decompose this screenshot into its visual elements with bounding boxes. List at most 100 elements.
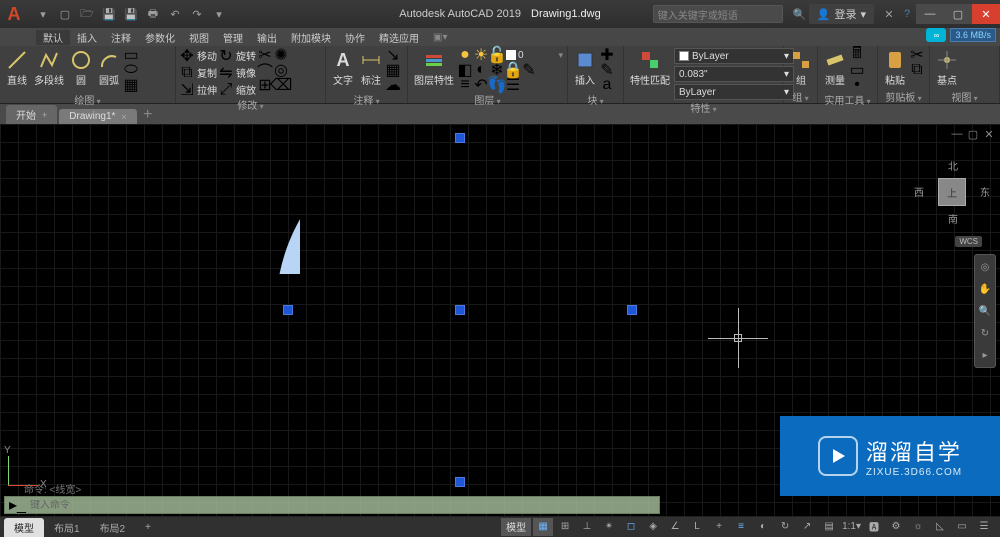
tab-start[interactable]: 开始+	[6, 105, 57, 124]
tab-output[interactable]: 输出	[250, 30, 284, 45]
menu-dropdown-icon[interactable]: ▾	[34, 5, 52, 23]
status-transp-icon[interactable]: ◐	[753, 518, 773, 536]
mirror-icon[interactable]: ⇋	[219, 66, 233, 80]
add-layout-button[interactable]: +	[135, 520, 161, 535]
panel-layer-label[interactable]: 图层	[412, 92, 563, 106]
grip-top[interactable]	[455, 133, 465, 143]
tab-parametric[interactable]: 参数化	[138, 30, 182, 45]
color-dropdown[interactable]: ByLayer▾	[674, 48, 794, 64]
search-icon[interactable]: 🔍	[791, 5, 809, 23]
status-annoscale-icon[interactable]: 🅰	[864, 518, 884, 536]
exchange-icon[interactable]: ✕	[880, 5, 898, 23]
close-icon[interactable]: ×	[121, 112, 126, 122]
undo-icon[interactable]: ↶	[166, 5, 184, 23]
doc-close-icon[interactable]: ✕	[982, 128, 996, 141]
layer-state-icon[interactable]: ☰	[506, 78, 520, 92]
layer-freeze-icon[interactable]: ☀	[474, 48, 488, 62]
saveas-icon[interactable]: 💾	[122, 5, 140, 23]
window-minimize-button[interactable]: —	[916, 4, 944, 24]
tab-layout1[interactable]: 布局1	[44, 518, 90, 537]
login-button[interactable]: 👤 登录 ▾	[809, 4, 874, 24]
tab-express[interactable]: 精选应用	[372, 30, 426, 45]
arc-button[interactable]: 圆弧	[96, 48, 122, 88]
status-hardware-icon[interactable]: ☼	[908, 518, 928, 536]
viewcube-top-face[interactable]: 上	[938, 178, 966, 206]
copy-clip-icon[interactable]: ⧉	[910, 63, 924, 77]
tab-collab[interactable]: 协作	[338, 30, 372, 45]
basepoint-button[interactable]: 基点	[934, 48, 960, 88]
copy-icon[interactable]: ⧉	[180, 66, 194, 80]
grip-left[interactable]	[283, 305, 293, 315]
rectangle-icon[interactable]: ▭	[124, 48, 138, 62]
hatch-icon[interactable]: ▦	[124, 78, 138, 92]
status-polar-icon[interactable]: ✴	[599, 518, 619, 536]
nav-orbit-icon[interactable]: ↻	[977, 325, 993, 341]
doc-minimize-icon[interactable]: —	[950, 128, 964, 141]
viewcube-south[interactable]: 南	[948, 211, 958, 226]
tab-annotate[interactable]: 注释	[104, 30, 138, 45]
tab-layout2[interactable]: 布局2	[90, 518, 136, 537]
tab-manage[interactable]: 管理	[216, 30, 250, 45]
panel-prop-label[interactable]: 特性	[628, 100, 779, 114]
plot-icon[interactable]: 🖶	[144, 5, 162, 23]
infocenter-search[interactable]: 键入关键字或短语	[653, 5, 783, 23]
layer-properties-button[interactable]: 图层特性	[412, 48, 456, 88]
chevron-down-icon[interactable]: ▾	[558, 50, 563, 61]
status-isodraft-icon[interactable]: ◺	[930, 518, 950, 536]
move-icon[interactable]: ✥	[180, 49, 194, 63]
viewcube-north[interactable]: 北	[948, 158, 958, 173]
panel-draw-label[interactable]: 绘图	[4, 92, 171, 106]
tab-drawing1[interactable]: Drawing1*×	[59, 109, 136, 124]
panel-group-label[interactable]: 组	[788, 89, 813, 103]
command-input-row[interactable]: ▸_	[4, 496, 660, 514]
status-3dosnap-icon[interactable]: ◈	[643, 518, 663, 536]
select-icon[interactable]: ▭	[850, 63, 864, 77]
panel-view-label[interactable]: 视图	[934, 89, 995, 103]
status-workspace-icon[interactable]: ⚙	[886, 518, 906, 536]
status-annomon-icon[interactable]: ↗	[797, 518, 817, 536]
tab-addins[interactable]: 附加模块	[284, 30, 338, 45]
line-button[interactable]: 直线	[4, 48, 30, 88]
nav-zoom-icon[interactable]: 🔍	[977, 303, 993, 319]
lineweight-dropdown[interactable]: 0.083"▾	[674, 66, 794, 82]
status-dynin-icon[interactable]: +	[709, 518, 729, 536]
status-qprop-icon[interactable]: ▤	[819, 518, 839, 536]
tab-view[interactable]: 视图	[182, 30, 216, 45]
status-clean-icon[interactable]: ▭	[952, 518, 972, 536]
panel-modify-label[interactable]: 修改	[180, 97, 321, 111]
drawing-canvas[interactable]: — ▢ ✕ 上 北 南 东 西 WCS ◎ ✋ 🔍 ↻ ▸ Y X 命令: <线…	[0, 124, 1000, 516]
status-custom-icon[interactable]: ☰	[974, 518, 994, 536]
app-logo[interactable]: A	[0, 0, 28, 28]
status-scale-icon[interactable]: 1:1▾	[841, 518, 862, 536]
cut-icon[interactable]: ✂	[910, 48, 924, 62]
erase-icon[interactable]: ⌫	[274, 78, 288, 92]
wcs-badge[interactable]: WCS	[955, 236, 982, 247]
cloud-anno-icon[interactable]: ☁	[386, 78, 400, 92]
layer-make-icon[interactable]: ✎	[522, 63, 536, 77]
insert-block-button[interactable]: 插入	[572, 48, 598, 88]
qat-more-icon[interactable]: ▾	[210, 5, 228, 23]
save-icon[interactable]: 💾	[100, 5, 118, 23]
layer-walk-icon[interactable]: 👣	[490, 78, 504, 92]
new-tab-button[interactable]: +	[139, 106, 157, 124]
scale-icon[interactable]: ⤢	[219, 83, 233, 97]
open-icon[interactable]: 🗁	[78, 5, 96, 23]
layer-color-icon[interactable]	[506, 50, 516, 60]
tab-default[interactable]: 默认	[36, 30, 70, 45]
status-model-label[interactable]: 模型	[501, 518, 531, 536]
redo-icon[interactable]: ↷	[188, 5, 206, 23]
new-icon[interactable]: ▢	[56, 5, 74, 23]
window-maximize-button[interactable]: ▢	[944, 4, 972, 24]
polyline-button[interactable]: 多段线	[32, 48, 66, 88]
match-prop-button[interactable]: 特性匹配	[628, 48, 672, 88]
doc-restore-icon[interactable]: ▢	[966, 128, 980, 141]
window-close-button[interactable]: ✕	[972, 4, 1000, 24]
grip-center[interactable]	[455, 305, 465, 315]
measure-button[interactable]: 测量	[822, 48, 848, 88]
panel-util-label[interactable]: 实用工具	[822, 92, 873, 106]
grip-right[interactable]	[627, 305, 637, 315]
status-lweight-icon[interactable]: ≡	[731, 518, 751, 536]
nav-wheel-icon[interactable]: ◎	[977, 259, 993, 275]
nav-pan-icon[interactable]: ✋	[977, 281, 993, 297]
status-otrack-icon[interactable]: ∠	[665, 518, 685, 536]
